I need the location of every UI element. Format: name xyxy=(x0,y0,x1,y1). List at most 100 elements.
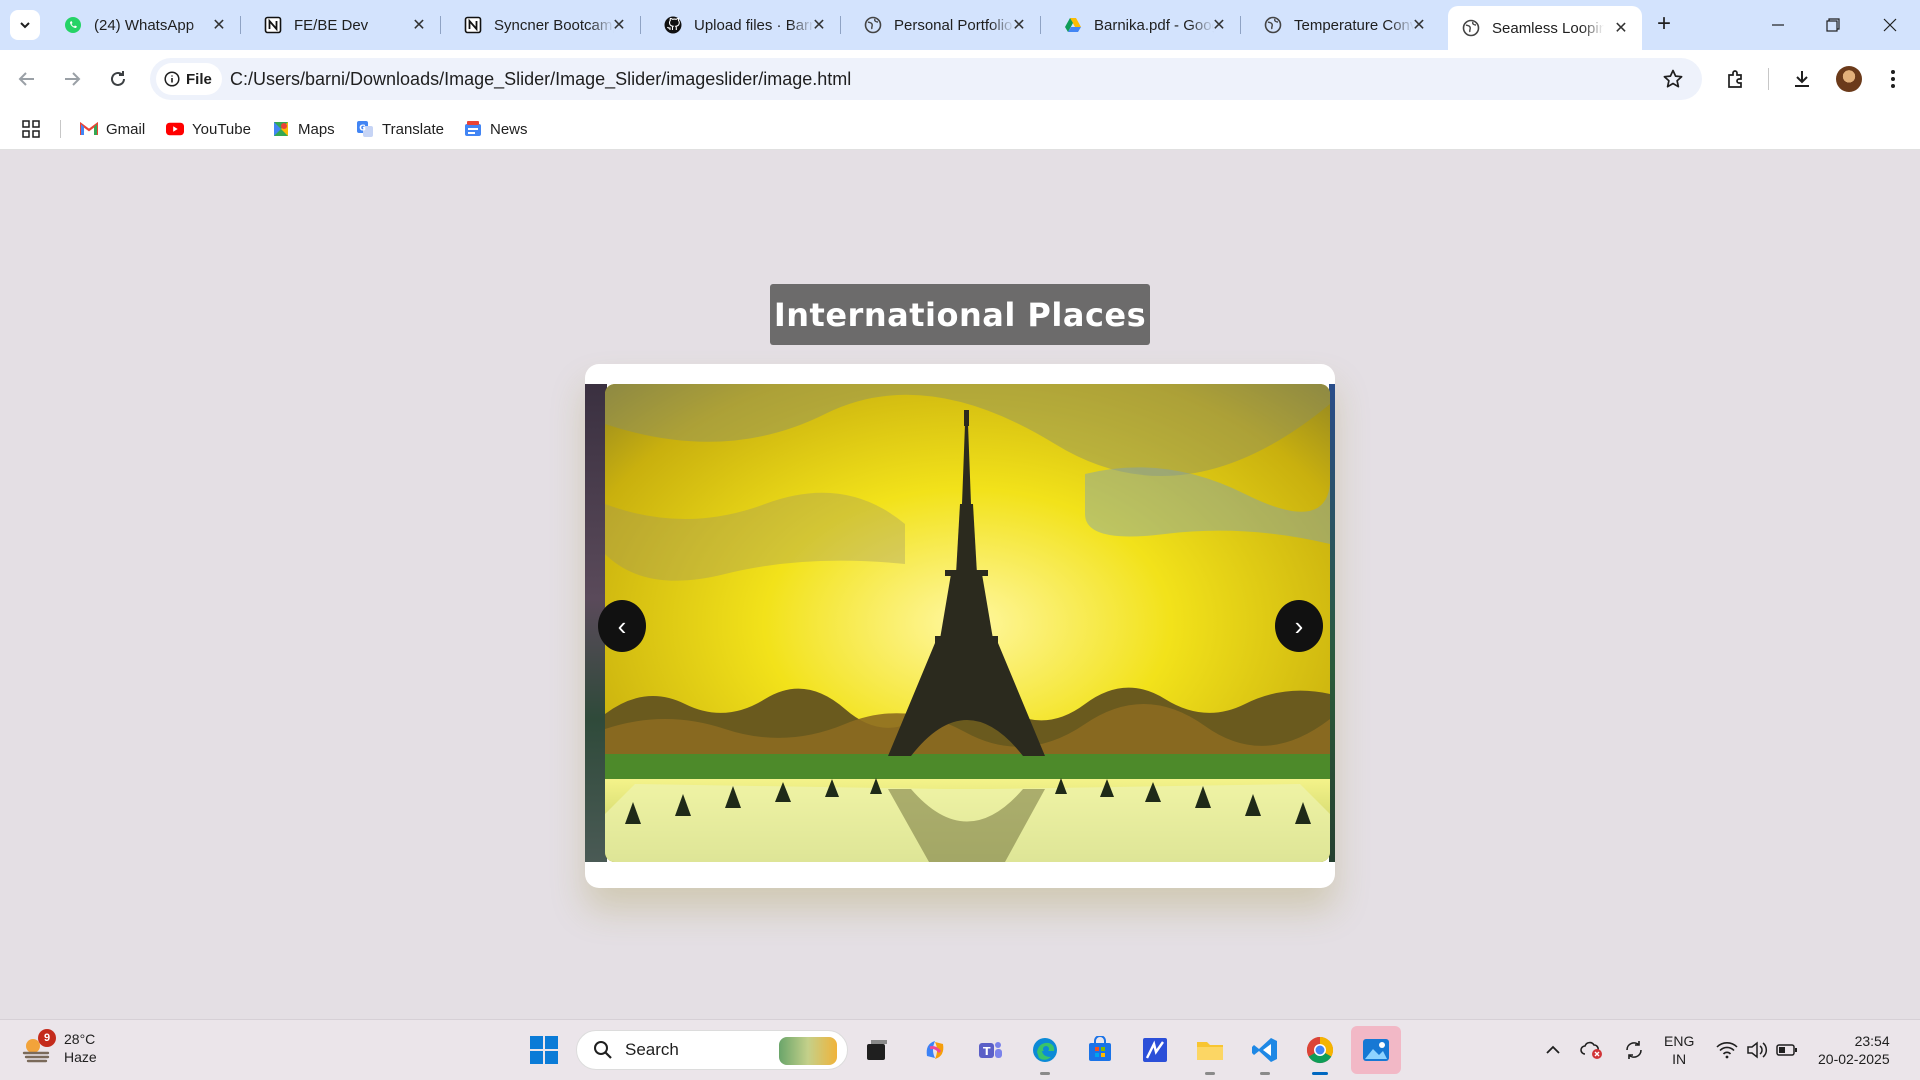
bookmark-star-icon[interactable] xyxy=(1662,68,1684,90)
info-icon xyxy=(164,71,180,87)
minimize-button[interactable] xyxy=(1758,8,1798,42)
chevron-right-icon: › xyxy=(1294,610,1304,641)
reload-icon xyxy=(111,71,125,86)
new-tab-button[interactable]: + xyxy=(1651,12,1677,38)
back-button[interactable] xyxy=(12,64,42,94)
start-button[interactable] xyxy=(527,1033,561,1067)
bookmark-maps[interactable]: Maps xyxy=(272,116,335,142)
chrome-button[interactable] xyxy=(1303,1033,1337,1075)
editor-app-button[interactable] xyxy=(1138,1033,1172,1067)
search-icon xyxy=(593,1040,613,1060)
apps-button[interactable] xyxy=(22,116,40,142)
forward-button[interactable] xyxy=(57,64,87,94)
edge-button[interactable] xyxy=(1028,1033,1062,1075)
tab-upload-files[interactable]: Upload files · Barnika ✕ xyxy=(650,8,841,42)
restore-button[interactable] xyxy=(1813,8,1853,42)
running-indicator xyxy=(1040,1072,1050,1075)
tab-personal-portfolio[interactable]: Personal Portfolio ✕ xyxy=(850,8,1041,42)
tab-syncner-bootcamp[interactable]: Syncner Bootcamp ✕ xyxy=(450,8,641,42)
google-drive-icon xyxy=(1064,16,1082,34)
previous-slide-button[interactable]: ‹ xyxy=(598,600,646,652)
tab-fe-be-dev[interactable]: FE/BE Dev ✕ xyxy=(250,8,441,42)
photos-app-button[interactable] xyxy=(1351,1026,1401,1074)
close-icon[interactable]: ✕ xyxy=(210,16,228,34)
cloud-offline-icon xyxy=(1580,1041,1602,1059)
bookmark-news[interactable]: News xyxy=(464,116,528,142)
weather-haze-icon: 9 xyxy=(20,1029,56,1065)
profile-avatar[interactable] xyxy=(1836,66,1862,92)
copilot-button[interactable] xyxy=(918,1033,952,1067)
apps-grid-icon xyxy=(22,120,40,138)
close-icon[interactable]: ✕ xyxy=(810,16,828,34)
input-language[interactable]: ENG IN xyxy=(1664,1032,1694,1068)
search-placeholder: Search xyxy=(625,1040,679,1059)
downloads-button[interactable] xyxy=(1787,64,1817,94)
bookmark-youtube[interactable]: YouTube xyxy=(166,116,251,142)
folder-icon xyxy=(1197,1042,1223,1060)
menu-button[interactable] xyxy=(1878,64,1908,94)
windows-taskbar: 9 28°C Haze Search T ENG IN 23:54 20-02-… xyxy=(0,1019,1920,1080)
network-status[interactable] xyxy=(1714,1034,1740,1066)
close-icon[interactable]: ✕ xyxy=(1210,16,1228,34)
close-icon[interactable]: ✕ xyxy=(410,16,428,34)
chrome-icon xyxy=(1306,1036,1334,1064)
tab-title: Seamless Looping xyxy=(1492,19,1604,37)
bookmark-translate[interactable]: G Translate xyxy=(356,116,444,142)
news-icon xyxy=(464,120,482,138)
tab-title: (24) WhatsApp xyxy=(94,16,195,34)
sync-status[interactable] xyxy=(1620,1034,1648,1066)
bookmark-label: Maps xyxy=(298,120,335,138)
close-window-button[interactable] xyxy=(1870,8,1910,42)
next-slide-button[interactable]: › xyxy=(1275,600,1323,652)
bookmark-gmail[interactable]: Gmail xyxy=(80,116,145,142)
reload-button[interactable] xyxy=(103,64,133,94)
eiffel-tower-image xyxy=(605,384,1330,862)
battery-icon xyxy=(1776,1044,1797,1056)
teams-button[interactable]: T xyxy=(973,1033,1007,1067)
system-clock[interactable]: 23:54 20-02-2025 xyxy=(1818,1032,1890,1068)
page-title: International Places xyxy=(770,284,1150,345)
store-button[interactable] xyxy=(1083,1033,1117,1067)
close-icon[interactable]: ✕ xyxy=(1410,16,1428,34)
tab-whatsapp[interactable]: (24) WhatsApp ✕ xyxy=(50,8,241,42)
tab-title: Personal Portfolio xyxy=(894,16,1013,34)
site-info-chip[interactable]: File xyxy=(156,63,222,95)
close-icon[interactable]: ✕ xyxy=(1612,19,1630,37)
close-icon[interactable]: ✕ xyxy=(1010,16,1028,34)
windows-logo-icon xyxy=(530,1036,558,1064)
tab-title: FE/BE Dev xyxy=(294,16,369,34)
show-hidden-icons-button[interactable] xyxy=(1541,1034,1565,1066)
battery-status[interactable] xyxy=(1774,1034,1800,1066)
clock-date: 20-02-2025 xyxy=(1818,1051,1890,1067)
notification-badge: 9 xyxy=(38,1029,56,1047)
close-icon[interactable]: ✕ xyxy=(610,16,628,34)
tab-separator xyxy=(1040,16,1041,34)
vscode-button[interactable] xyxy=(1248,1033,1282,1075)
whatsapp-icon xyxy=(64,16,82,34)
taskbar-search[interactable]: Search xyxy=(576,1030,848,1070)
file-explorer-button[interactable] xyxy=(1193,1033,1227,1075)
tab-search-button[interactable] xyxy=(10,10,40,40)
language-code: ENG xyxy=(1664,1033,1695,1049)
arrow-left-icon xyxy=(18,72,34,86)
volume-status[interactable] xyxy=(1744,1034,1770,1066)
svg-text:T: T xyxy=(983,1045,991,1058)
task-view-button[interactable] xyxy=(860,1033,894,1067)
puzzle-icon xyxy=(1728,70,1742,88)
tab-seamless-looping[interactable]: Seamless Looping ✕ xyxy=(1448,6,1642,50)
globe-icon xyxy=(1264,16,1282,34)
tab-separator xyxy=(840,16,841,34)
tab-google-drive[interactable]: Barnika.pdf - Google Drive ✕ xyxy=(1050,8,1241,42)
address-bar[interactable]: File C:/Users/barni/Downloads/Image_Slid… xyxy=(150,58,1702,100)
store-icon xyxy=(1089,1036,1111,1061)
tab-separator xyxy=(240,16,241,34)
copilot-icon xyxy=(926,1041,944,1059)
weather-widget[interactable]: 9 28°C Haze xyxy=(20,1029,97,1066)
tab-temperature-converter[interactable]: Temperature Converter ✕ xyxy=(1250,8,1440,42)
url-text[interactable]: C:/Users/barni/Downloads/Image_Slider/Im… xyxy=(230,69,851,90)
extensions-button[interactable] xyxy=(1721,64,1751,94)
bookmarks-divider xyxy=(60,120,61,138)
more-vertical-icon xyxy=(1891,70,1895,88)
tab-title: Syncner Bootcamp xyxy=(494,16,614,34)
onedrive-status[interactable] xyxy=(1578,1034,1606,1066)
